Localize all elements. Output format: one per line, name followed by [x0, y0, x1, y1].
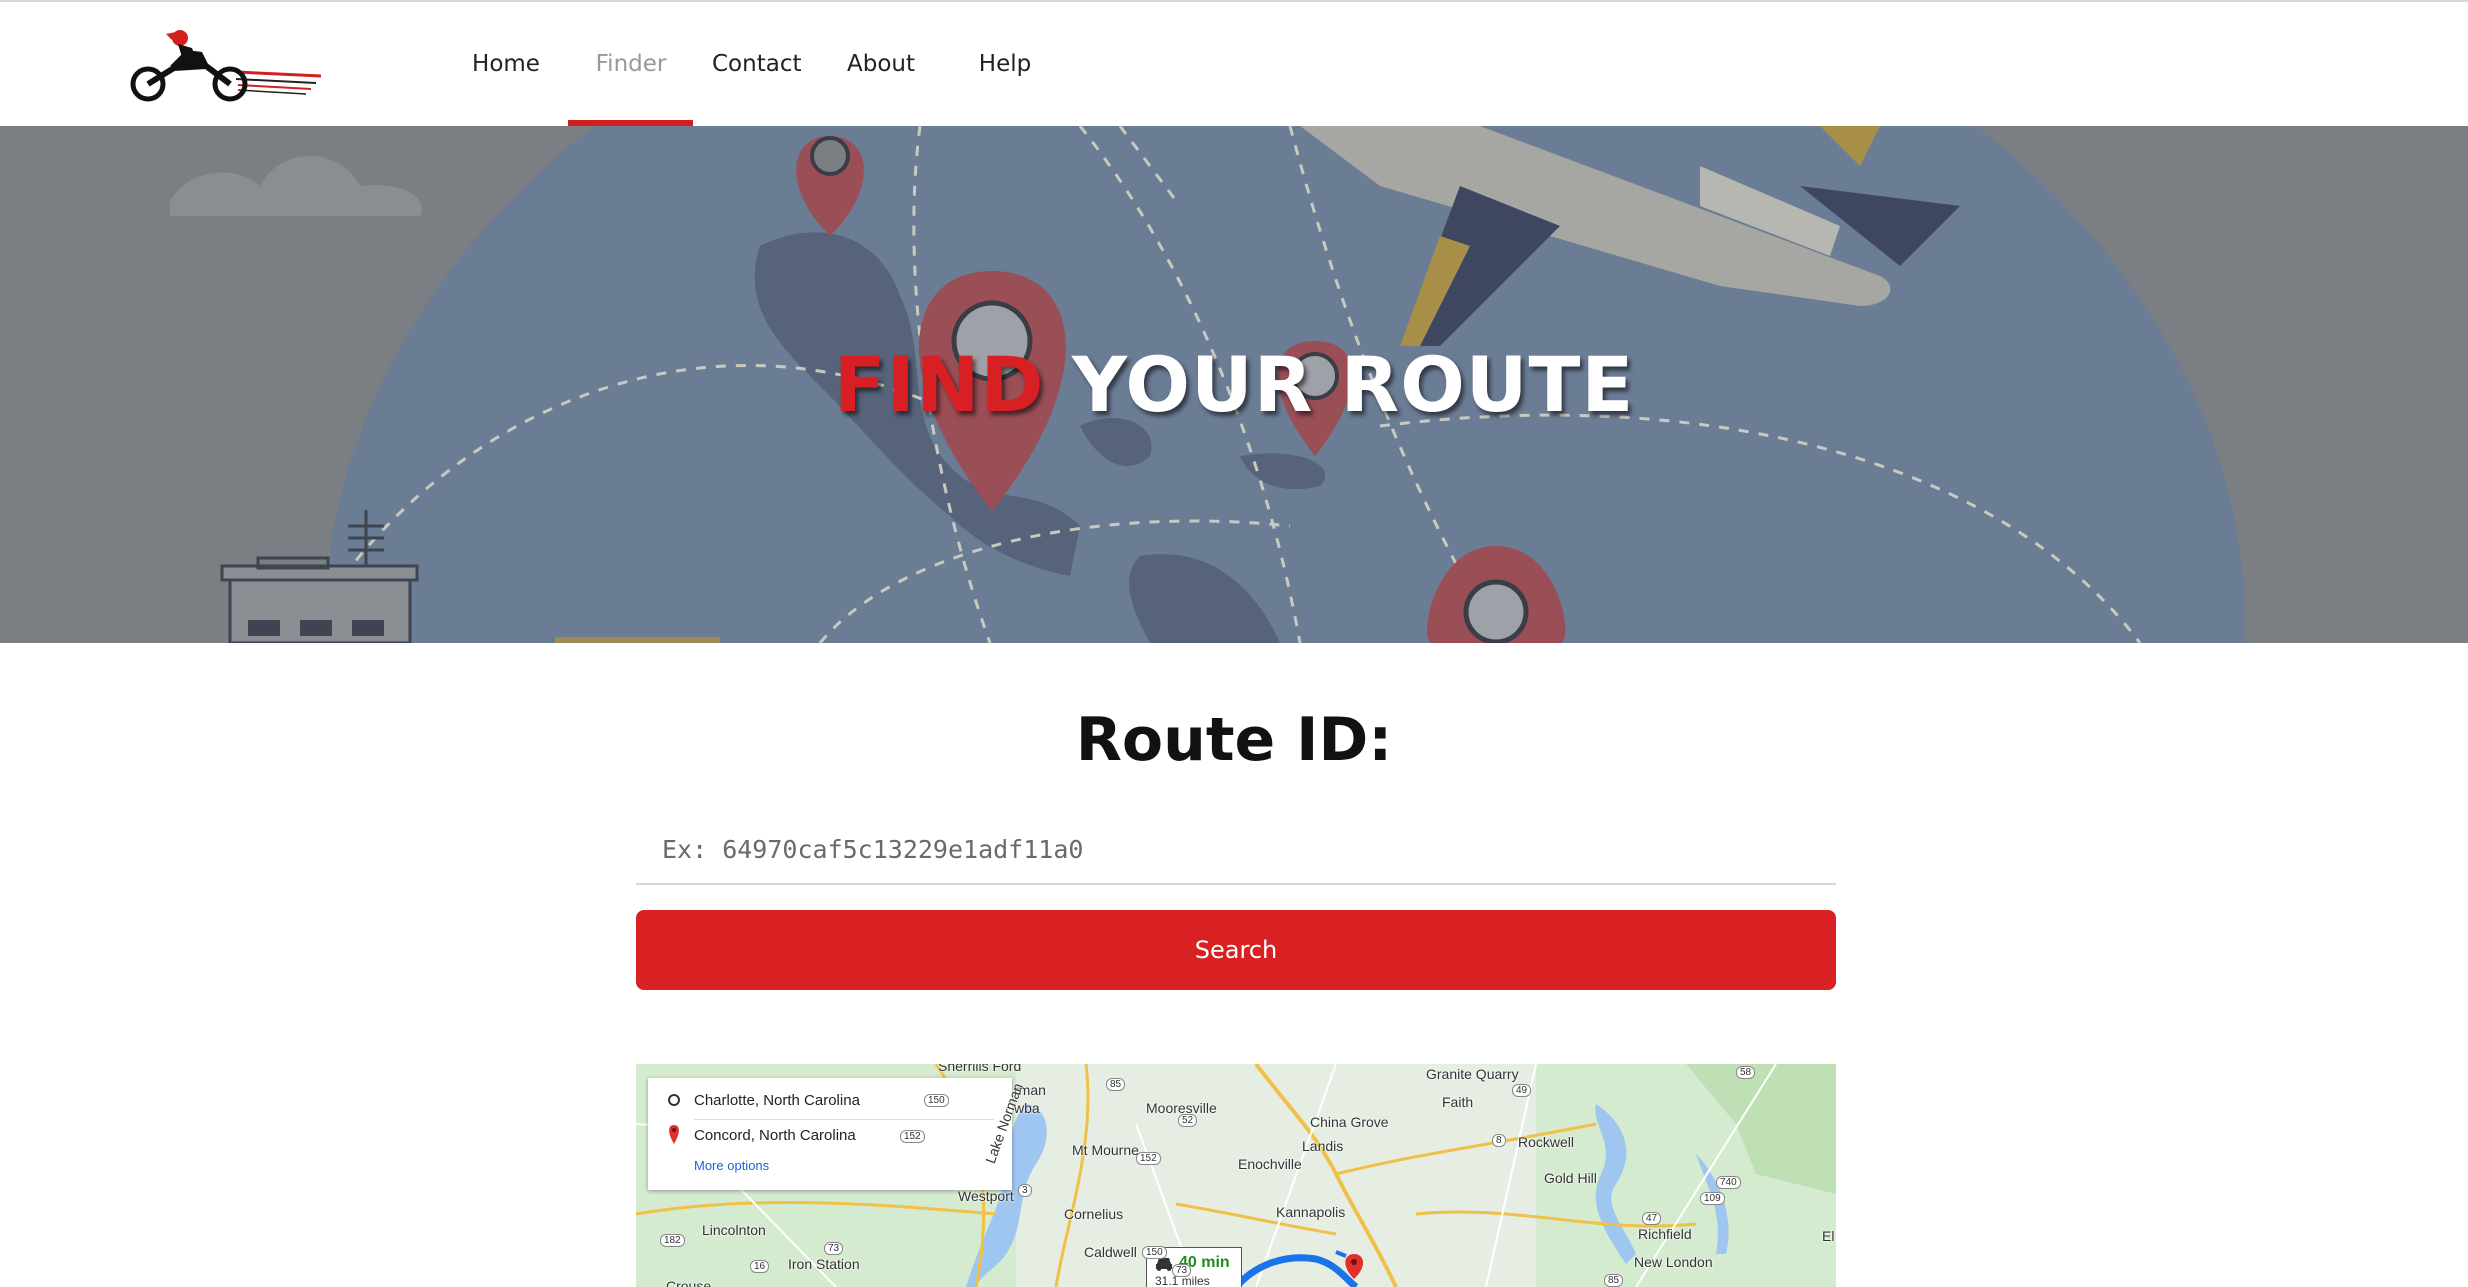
road-shield: 152 [1136, 1152, 1161, 1165]
road-shield: 85 [1604, 1274, 1624, 1287]
road-shield: 85 [1106, 1078, 1126, 1091]
map-label: Granite Quarry [1426, 1066, 1519, 1082]
map-label: Cornelius [1064, 1206, 1124, 1222]
map-label: Gold Hill [1544, 1170, 1597, 1186]
route-id-heading: Route ID: [1075, 705, 1393, 775]
road-shield: 182 [660, 1234, 685, 1247]
road-shield: 8 [1492, 1134, 1506, 1147]
road-shield: 47 [1642, 1212, 1662, 1225]
road-shield: 73 [824, 1242, 844, 1255]
map-label: El [1822, 1228, 1835, 1244]
destination-text[interactable]: Concord, North Carolina [694, 1127, 856, 1144]
road-shield: 150 [1142, 1246, 1167, 1259]
road-shield: 49 [1512, 1084, 1532, 1097]
map-label: Iron Station [788, 1256, 860, 1272]
map-label: Sherrills Ford [938, 1064, 1022, 1074]
destination-pin-icon [669, 1125, 679, 1144]
map-label: Rockwell [1518, 1134, 1575, 1150]
hero-title: FIND YOUR ROUTE [0, 340, 2468, 429]
top-navbar: Home Finder Contact About Help [0, 0, 2468, 126]
nav-about[interactable]: About [846, 46, 916, 82]
road-shield: 58 [1736, 1066, 1756, 1079]
origin-text[interactable]: Charlotte, North Carolina [694, 1092, 860, 1109]
map-label: Faith [1442, 1094, 1474, 1110]
nav-home[interactable]: Home [470, 46, 542, 82]
map-label: Kannapolis [1276, 1204, 1346, 1220]
origin-circle-icon [668, 1094, 680, 1106]
route-id-input[interactable] [636, 815, 1836, 885]
search-button[interactable]: Search [636, 910, 1836, 990]
hero-title-rest: YOUR ROUTE [1044, 340, 1635, 429]
road-shield: 73 [1172, 1264, 1192, 1277]
road-shield: 16 [750, 1260, 770, 1273]
nav-help[interactable]: Help [976, 46, 1034, 82]
map-label: Richfield [1638, 1226, 1692, 1242]
road-shield: 52 [1178, 1114, 1198, 1127]
nav-finder[interactable]: Finder [593, 46, 669, 82]
map-label: China Grove [1310, 1114, 1389, 1130]
map-label: Lincolnton [702, 1222, 766, 1238]
map-label: Crouse [666, 1278, 712, 1287]
directions-card: Charlotte, North Carolina Concord, North… [648, 1078, 1012, 1190]
nav-contact[interactable]: Contact [712, 46, 801, 82]
road-shield: 740 [1716, 1176, 1741, 1189]
more-options-link[interactable]: More options [694, 1158, 769, 1173]
road-shield: 109 [1700, 1192, 1725, 1205]
hero-banner: FIND YOUR ROUTE [0, 126, 2468, 643]
road-shield: 3 [1018, 1184, 1032, 1197]
map-label: Landis [1302, 1138, 1344, 1154]
map-label: Enochville [1238, 1156, 1302, 1172]
map-label: Westport [958, 1188, 1014, 1204]
motorcycle-logo-icon[interactable] [126, 28, 321, 104]
map-label: New London [1634, 1254, 1713, 1270]
map-label: Caldwell [1084, 1244, 1137, 1260]
hero-title-accent: FIND [833, 340, 1045, 429]
route-map[interactable]: Charlotte, North Carolina Concord, North… [636, 1064, 1836, 1287]
road-shield: 150 [924, 1094, 949, 1107]
map-label: Mt Mourne [1072, 1142, 1139, 1158]
road-shield: 152 [900, 1130, 925, 1143]
directions-divider [694, 1119, 994, 1120]
